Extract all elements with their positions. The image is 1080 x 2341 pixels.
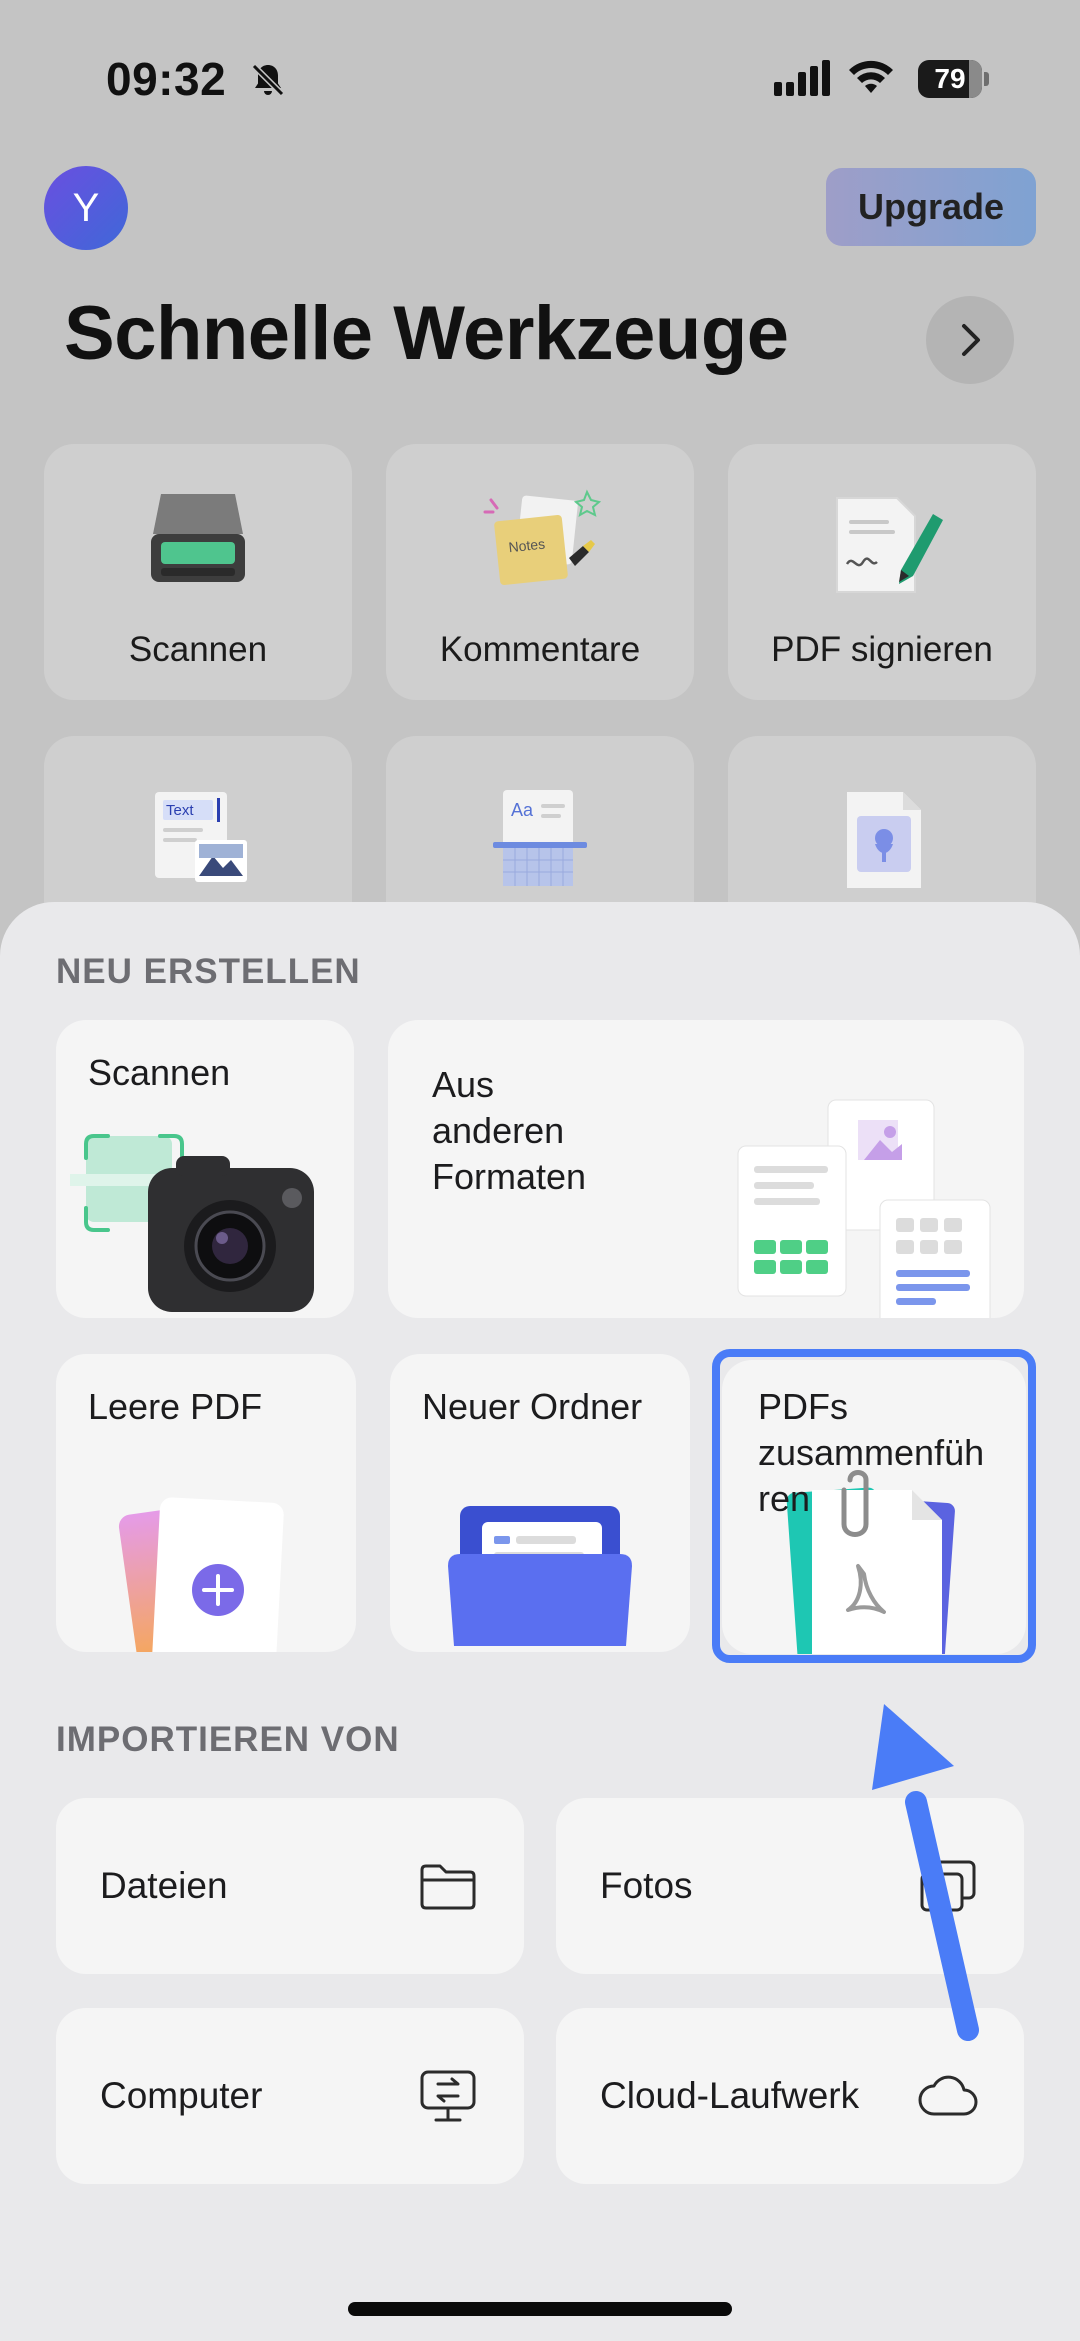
create-scan-card[interactable]: Scannen <box>56 1020 354 1318</box>
text-image-icon: Text <box>155 792 247 882</box>
cellular-signal-icon <box>774 60 830 96</box>
folder-outline-icon <box>420 1864 476 1910</box>
battery-icon: 79 <box>918 60 990 98</box>
folder-icon <box>448 1506 632 1646</box>
tool-sign-pdf[interactable]: PDF signieren <box>728 444 1036 700</box>
merge-highlight-frame <box>712 1349 1036 1663</box>
status-bar: 09:32 79 <box>0 0 1080 160</box>
create-scan-label: Scannen <box>88 1052 231 1093</box>
pointer-arrow <box>872 1704 979 2041</box>
tool-label: Scannen <box>128 630 268 669</box>
blank-pdf-icon <box>118 1497 284 1652</box>
battery-percent: 79 <box>934 63 966 94</box>
status-time: 09:32 <box>106 53 227 105</box>
import-files-label: Dateien <box>100 1865 228 1906</box>
chevron-right-icon <box>962 324 980 356</box>
import-files-button[interactable]: Dateien <box>56 1798 524 1974</box>
create-new-folder-card[interactable]: Neuer Ordner <box>390 1354 690 1652</box>
quick-tools-more-button[interactable] <box>926 296 1014 384</box>
import-cloud-label: Cloud-Laufwerk <box>600 2075 860 2116</box>
image-file-icon <box>847 792 921 888</box>
tool-scan[interactable]: Scannen <box>44 444 352 700</box>
tool-label: PDF signieren <box>771 630 993 669</box>
muted-bell-icon <box>251 63 285 97</box>
create-blank-pdf-card[interactable]: Leere PDF <box>56 1354 356 1652</box>
camera-icon <box>70 1134 314 1312</box>
tool-comments[interactable]: Notes Kommentare <box>386 444 694 700</box>
home-indicator <box>348 2302 732 2316</box>
battery-cap <box>984 72 989 86</box>
create-heading: NEU ERSTELLEN <box>56 952 361 991</box>
avatar[interactable]: Y <box>44 166 128 250</box>
battery-body: 79 <box>918 60 982 98</box>
cloud-icon <box>918 2075 978 2116</box>
import-computer-label: Computer <box>100 2075 263 2116</box>
signature-icon <box>836 497 943 593</box>
tool-label: Kommentare <box>439 630 641 669</box>
import-photos-label: Fotos <box>600 1865 693 1906</box>
computer-icon <box>420 2070 476 2122</box>
upgrade-button[interactable]: Upgrade <box>826 168 1036 246</box>
create-new-folder-label: Neuer Ordner <box>422 1386 643 1427</box>
create-from-formats-label: Aus anderen Formaten <box>432 1064 587 1197</box>
create-blank-pdf-label: Leere PDF <box>88 1386 263 1427</box>
import-computer-button[interactable]: Computer <box>56 2008 524 2184</box>
create-from-formats-card[interactable]: Aus anderen Formaten <box>388 1020 1024 1318</box>
wifi-icon <box>849 60 893 93</box>
documents-icon <box>737 1099 991 1318</box>
scanner-icon <box>151 494 245 582</box>
ocr-icon: Aa <box>493 790 587 886</box>
svg-text:Aa: Aa <box>511 800 534 820</box>
quick-tools-title: Schnelle Werkzeuge <box>64 291 789 376</box>
import-heading: IMPORTIEREN VON <box>56 1720 400 1759</box>
svg-text:Text: Text <box>166 802 194 819</box>
notes-icon: Notes <box>483 489 602 585</box>
